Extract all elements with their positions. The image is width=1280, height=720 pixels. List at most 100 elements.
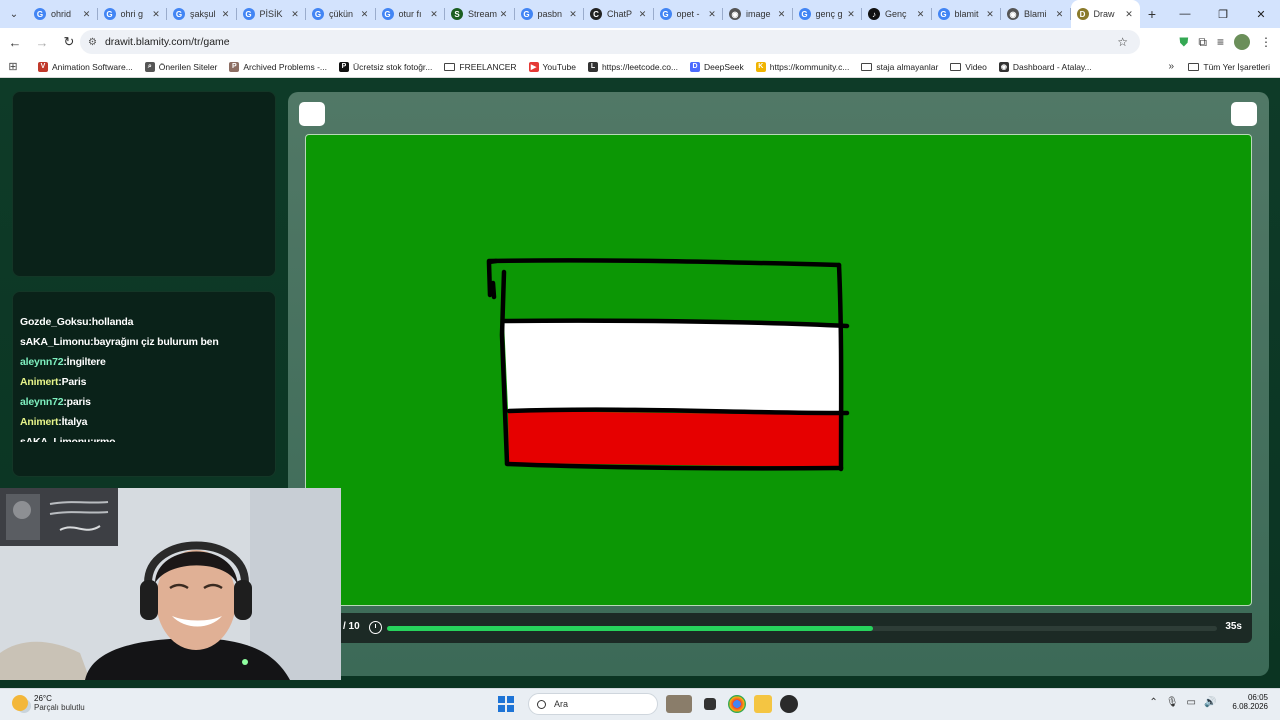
news-widget-icon[interactable] <box>666 695 692 713</box>
round-counter: / 10 <box>343 621 360 632</box>
chat-message-list[interactable]: Gozde_Goksu:hollanda sAKA_Limonu:bayrağın… <box>20 312 270 442</box>
tab-close-icon[interactable]: ✕ <box>775 9 789 20</box>
minimize-icon[interactable]: — <box>1166 0 1204 28</box>
close-window-icon[interactable]: ✕ <box>1242 0 1280 28</box>
bookmark-item[interactable]: V Animation Software... <box>38 61 133 72</box>
bookmark-label: Archived Problems -... <box>243 61 328 72</box>
bookmark-folder[interactable]: Video <box>950 62 987 72</box>
tab-favicon-icon: ♪ <box>868 8 880 20</box>
bookmark-item[interactable]: ▶ YouTube <box>528 61 576 72</box>
tab-close-icon[interactable]: ✕ <box>636 9 650 20</box>
bookmark-item[interactable]: Lhttps://leetcode.co... <box>587 61 678 72</box>
browser-tab[interactable]: Ggenç g ✕ <box>793 0 863 28</box>
bookmark-item[interactable]: ⌕ Önerilen Siteler <box>144 61 217 72</box>
tab-close-icon[interactable]: ✕ <box>914 9 928 20</box>
toolbar-actions: ⛊ ⧉ ≡ ⋮ <box>1179 30 1272 54</box>
tab-favicon-icon: G <box>103 8 116 20</box>
tab-close-icon[interactable]: ✕ <box>1122 9 1136 20</box>
browser-tab[interactable]: Gohrid ✕ <box>28 0 98 28</box>
tab-close-icon[interactable]: ✕ <box>219 9 233 20</box>
settings-button[interactable] <box>1231 102 1257 126</box>
menu-kebab-icon[interactable]: ⋮ <box>1260 35 1272 49</box>
tab-label: Genç <box>885 9 907 19</box>
bookmark-folder[interactable]: FREELANCER <box>444 62 517 72</box>
menu-button[interactable] <box>299 102 325 126</box>
tab-close-icon[interactable]: ✕ <box>497 9 511 20</box>
media-icon[interactable]: ≡ <box>1217 35 1224 49</box>
new-tab-icon[interactable]: + <box>1140 6 1164 22</box>
browser-tab[interactable]: Gopet - ✕ <box>654 0 724 28</box>
browser-tab[interactable]: D Draw ✕ <box>1070 0 1140 28</box>
tab-close-icon[interactable]: ✕ <box>844 9 858 20</box>
site-info-icon[interactable]: ⚙ <box>88 37 97 48</box>
browser-tab[interactable]: Gşakşul ✕ <box>167 0 237 28</box>
browser-tab[interactable]: Gohri g ✕ <box>98 0 168 28</box>
address-bar[interactable]: ⚙ drawit.blamity.com/tr/game ☆ <box>80 30 1140 54</box>
bookmark-favicon-icon: L <box>587 61 598 72</box>
obs-icon[interactable] <box>780 695 798 713</box>
more-bookmarks-icon[interactable]: » <box>1168 61 1174 72</box>
tab-close-icon[interactable]: ✕ <box>566 9 580 20</box>
forward-icon[interactable]: → <box>30 30 54 54</box>
network-icon[interactable]: ▭ <box>1187 697 1196 708</box>
tab-favicon-icon: G <box>659 8 672 20</box>
browser-tab[interactable]: ◉ image ✕ <box>723 0 793 28</box>
tab-favicon-icon: D <box>1076 8 1089 20</box>
chrome-icon[interactable] <box>728 695 746 713</box>
reload-icon[interactable]: ↻ <box>57 30 81 54</box>
tab-close-icon[interactable]: ✕ <box>983 9 997 20</box>
drawing-canvas[interactable] <box>305 134 1252 606</box>
bookmark-folder[interactable]: staja almayanlar <box>861 62 938 72</box>
microphone-icon[interactable]: 🎙 <box>1166 697 1179 708</box>
players-panel <box>12 91 276 277</box>
apps-grid-icon[interactable]: ⊞ <box>0 60 26 73</box>
start-windows-icon[interactable] <box>498 696 514 712</box>
tab-close-icon[interactable]: ✕ <box>149 9 163 20</box>
tab-close-icon[interactable]: ✕ <box>1053 9 1067 20</box>
bookmarks-bar: ⊞ V Animation Software... ⌕ Önerilen Sitele… <box>0 56 1280 78</box>
taskbar-clock[interactable]: 06:05 6.08.2026 <box>1232 693 1268 711</box>
tab-close-icon[interactable]: ✕ <box>705 9 719 20</box>
timer-icon <box>369 621 382 634</box>
profile-avatar[interactable] <box>1234 34 1250 50</box>
tab-close-icon[interactable]: ✕ <box>358 9 372 20</box>
tab-list: Gohrid ✕ Gohri g ✕ Gşakşul ✕ G PİSİK ✕ Gçükün ✕ Got… <box>28 0 1140 28</box>
bookmark-star-icon[interactable]: ☆ <box>1117 35 1128 49</box>
browser-tab[interactable]: Gpasbn ✕ <box>515 0 585 28</box>
task-view-icon[interactable] <box>704 698 716 710</box>
browser-tab[interactable]: C ChatP ✕ <box>584 0 654 28</box>
bookmark-item[interactable]: Khttps://kommunity.c... <box>755 61 849 72</box>
bookmark-favicon-icon: ⌕ <box>144 61 155 72</box>
tab-close-icon[interactable]: ✕ <box>80 9 94 20</box>
weather-widget[interactable]: 26°C Parçalı bulutlu <box>12 694 85 712</box>
taskbar-apps: Ara <box>498 693 798 715</box>
tray-chevron-icon[interactable]: ⌃ <box>1149 697 1157 708</box>
browser-tab[interactable]: Gblamit ✕ <box>932 0 1002 28</box>
volume-icon[interactable]: 🔊 <box>1204 697 1216 708</box>
browser-tab[interactable]: ◉ Blami ✕ <box>1001 0 1071 28</box>
browser-tab[interactable]: ♪ Genç ✕ <box>862 0 932 28</box>
browser-tab[interactable]: S Stream ✕ <box>445 0 515 28</box>
browser-toolbar: ← → ↻ ⚙ drawit.blamity.com/tr/game ☆ ⛊ ⧉… <box>0 28 1280 56</box>
folder-icon <box>950 62 962 71</box>
taskbar-search[interactable]: Ara <box>528 693 658 715</box>
time-progress-fill <box>387 626 873 631</box>
bookmark-item[interactable]: P Ücretsiz stok fotoğr... <box>339 61 432 72</box>
browser-tab[interactable]: Gçükün ✕ <box>306 0 376 28</box>
tab-close-icon[interactable]: ✕ <box>288 9 302 20</box>
maximize-icon[interactable]: ❐ <box>1204 0 1242 28</box>
bookmark-item[interactable]: ◉ Dashboard - Atalay... <box>998 61 1092 72</box>
extensions-icon[interactable]: ⧉ <box>1198 35 1207 50</box>
bookmark-item[interactable]: D DeepSeek <box>690 61 744 72</box>
chat-username: Gozde_Goksu <box>20 316 89 328</box>
tab-search-icon[interactable]: ⌄ <box>0 0 28 28</box>
all-bookmarks-folder[interactable]: Tüm Yer İşaretleri <box>1188 62 1270 72</box>
back-icon[interactable]: ← <box>3 30 27 54</box>
browser-tab[interactable]: Gotur fı ✕ <box>376 0 446 28</box>
browser-tab[interactable]: G PİSİK ✕ <box>237 0 307 28</box>
shield-extension-icon[interactable]: ⛊ <box>1179 35 1188 50</box>
tab-close-icon[interactable]: ✕ <box>427 9 441 20</box>
clock-date: 6.08.2026 <box>1232 702 1268 711</box>
file-explorer-icon[interactable] <box>754 695 772 713</box>
bookmark-item[interactable]: P Archived Problems -... <box>229 61 328 72</box>
